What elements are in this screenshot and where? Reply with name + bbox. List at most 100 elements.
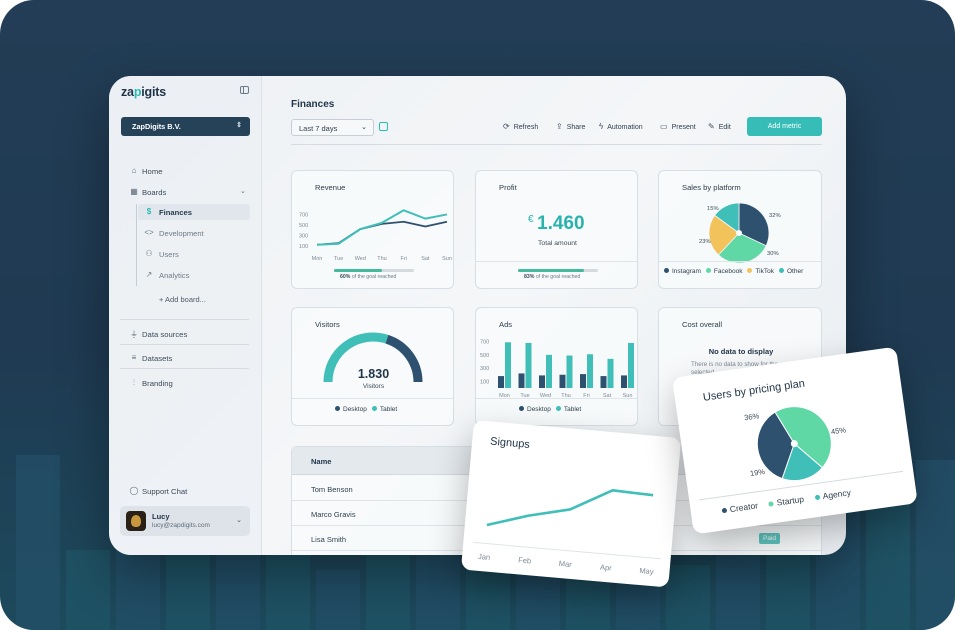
y-tick-label: 300 <box>480 366 489 372</box>
divider <box>120 368 249 369</box>
slice-label: 36% <box>744 411 760 422</box>
sliders-icon: ⫶ <box>133 378 135 387</box>
desktop-bar <box>600 376 607 388</box>
profit-card[interactable]: Profit € 1.460 Total amount 83% of the g… <box>475 170 638 289</box>
share-icon: ⇪ <box>556 122 563 131</box>
revenue-card[interactable]: Revenue 100 300 500 700 Mon Tue Wed Thu Fri Sat Su… <box>291 170 454 289</box>
x-tick-label: Wed <box>355 256 366 262</box>
board-users[interactable]: ⚇ Users <box>138 246 250 262</box>
chevron-down-icon: ⌄ <box>361 124 367 131</box>
card-title: Cost overall <box>682 320 723 329</box>
edit-button[interactable]: ✎ Edit <box>708 122 731 131</box>
board-finances[interactable]: $ Finances <box>138 204 250 220</box>
nav-datasets[interactable]: ≡ Datasets <box>109 349 262 367</box>
user-name: Lucy <box>152 512 170 521</box>
x-tick-label: Sun <box>442 256 452 262</box>
code-icon: <> <box>144 228 154 237</box>
legend-label: Instagram <box>672 268 701 275</box>
tablet-bar <box>587 354 593 388</box>
table-row[interactable]: Lisa Smith <box>311 535 346 544</box>
home-icon: ⌂ <box>131 166 137 175</box>
legend-label: TikTok <box>755 268 774 275</box>
users-icon: ⚇ <box>145 249 153 258</box>
table-row[interactable]: Tom Benson <box>311 485 353 494</box>
background-bar <box>66 550 110 630</box>
present-icon: ▭ <box>660 122 668 131</box>
chevron-down-icon: ⌄ <box>240 188 246 195</box>
sidebar: zapigits ZapDigits B.V. ⇕ ⌂ Home ▦ Boards ⌄ … <box>109 76 262 555</box>
trend-icon: ↗ <box>145 270 153 279</box>
goal-progress-bar <box>334 269 414 272</box>
legend-dot <box>814 494 821 501</box>
empty-title: No data to display <box>708 347 774 356</box>
database-icon: ≡ <box>131 353 137 362</box>
axis-line <box>473 541 661 560</box>
revenue-series-line <box>316 209 448 246</box>
y-tick-label: 100 <box>299 244 308 250</box>
y-tick-label: 700 <box>299 212 308 218</box>
divider <box>292 398 453 399</box>
sales-card[interactable]: Sales by platform 32% 30% 23% 15% Instagram… <box>658 170 822 289</box>
card-title: Visitors <box>315 320 340 329</box>
legend-dot <box>779 268 784 273</box>
revenue-series-line <box>316 220 448 246</box>
x-tick-label: May <box>639 566 654 576</box>
legend-dot <box>747 268 753 273</box>
legend-dot <box>721 507 728 514</box>
background-bar <box>666 565 710 630</box>
present-button[interactable]: ▭ Present <box>660 122 696 131</box>
visitors-card[interactable]: Visitors 1.830 Visitors Desktop Tablet <box>291 307 454 426</box>
visitors-legend: Desktop Tablet <box>330 406 397 413</box>
y-tick-label: 300 <box>299 233 308 239</box>
lightning-icon: ϟ <box>599 122 604 131</box>
slice-label: 15% <box>707 206 719 212</box>
date-range-select[interactable]: Last 7 days ⌄ <box>291 119 374 136</box>
divider <box>659 261 821 262</box>
desktop-bar <box>498 376 504 388</box>
nav-branding[interactable]: ⫶ Branding <box>109 374 262 392</box>
header-divider <box>291 144 822 145</box>
share-button[interactable]: ⇪ Share <box>556 122 585 131</box>
tablet-bar <box>505 342 511 388</box>
x-tick-label: Fri <box>400 256 406 262</box>
tablet-bar <box>628 342 634 388</box>
column-header-name[interactable]: Name <box>311 457 331 466</box>
signups-line <box>486 489 654 527</box>
ads-bar-chart: 100300500700Mon Tue Wed Thu Fri Sat Sun <box>480 340 634 399</box>
add-board-button[interactable]: + Add board... <box>159 295 206 304</box>
sidebar-toggle-icon[interactable] <box>240 86 249 94</box>
tablet-bar <box>566 355 573 388</box>
company-selector[interactable]: ZapDigits B.V. ⇕ <box>121 117 250 136</box>
status-badge: Paid <box>759 533 781 544</box>
support-chat-link[interactable]: ◯ Support Chat <box>109 482 262 500</box>
table-row[interactable]: Marco Gravis <box>311 510 356 519</box>
x-tick-label: Jan <box>478 552 491 562</box>
signups-card[interactable]: Signups Jan Feb Mar Apr May <box>460 420 682 588</box>
legend-dot <box>768 501 775 507</box>
background: zapigits ZapDigits B.V. ⇕ ⌂ Home ▦ Boards ⌄ … <box>0 0 955 630</box>
card-title: Revenue <box>315 183 346 192</box>
automation-button[interactable]: ϟ Automation <box>599 122 643 131</box>
user-menu[interactable]: Lucy lucy@zapdigits.com ⌄ <box>120 506 250 536</box>
goal-text: 83% of the goal reached <box>524 274 581 280</box>
legend-label: Other <box>787 268 804 275</box>
nav-boards[interactable]: ▦ Boards ⌄ <box>109 183 262 201</box>
calendar-icon[interactable] <box>379 122 388 131</box>
nav-home[interactable]: ⌂ Home <box>109 162 262 180</box>
divider <box>120 344 249 345</box>
updown-chevron-icon: ⇕ <box>236 122 242 129</box>
slice-label: 32% <box>769 213 781 219</box>
refresh-button[interactable]: ⟳ Refresh <box>503 122 538 131</box>
pricing-plan-card[interactable]: Users by pricing plan 36% 45% 19% Creator S… <box>672 346 918 535</box>
add-metric-button[interactable]: Add metric <box>747 117 822 136</box>
pencil-icon: ✎ <box>708 122 715 131</box>
ads-card[interactable]: Ads 100 300 500 700 Mon Tue Wed Thu Fri Sat Sun De… <box>475 307 638 426</box>
company-name: ZapDigits B.V. <box>132 122 181 131</box>
logo: zapigits <box>121 85 166 99</box>
nav-data-sources[interactable]: ⏚ Data sources <box>109 325 262 343</box>
y-tick-label: 700 <box>480 340 489 346</box>
board-development[interactable]: <> Development <box>138 225 250 241</box>
slice-label: 23% <box>699 239 711 245</box>
y-tick-label: 500 <box>480 353 489 359</box>
board-analytics[interactable]: ↗ Analytics <box>138 267 250 283</box>
